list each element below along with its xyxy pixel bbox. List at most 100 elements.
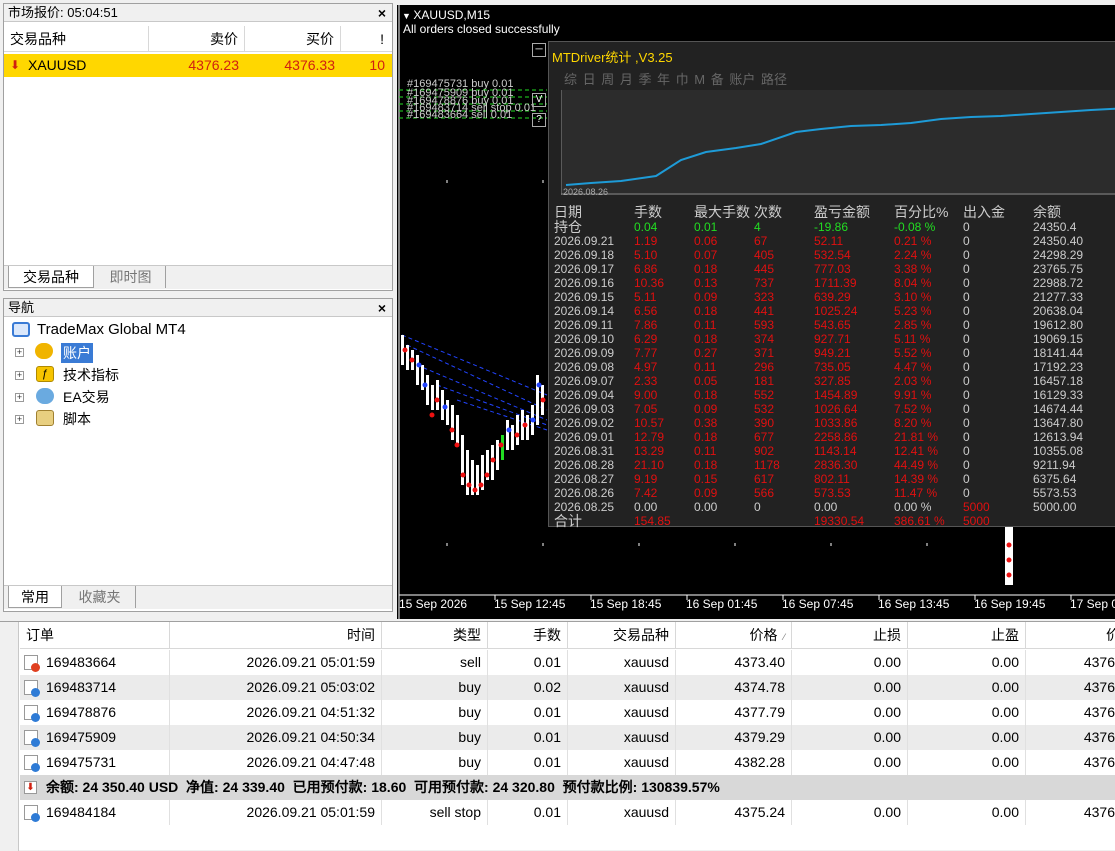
stats-cell-date: 2026.08.31: [554, 444, 615, 458]
help-button[interactable]: ?: [532, 113, 546, 127]
expand-icon[interactable]: +: [15, 393, 24, 402]
stats-cell-bal: 5000.00: [1033, 500, 1077, 514]
close-icon[interactable]: ×: [378, 4, 386, 22]
stats-cell-date: 2026.09.10: [554, 332, 615, 346]
navigator-root[interactable]: TradeMax Global MT4: [37, 320, 186, 340]
col-pct: 百分比%: [894, 204, 949, 220]
tab-tick-chart[interactable]: 即时图: [96, 266, 166, 288]
stats-tabs[interactable]: 综 日 周 月 季 年 巾 M 备 账户 路径: [564, 69, 787, 88]
order-row[interactable]: 169475731 2026.09.21 04:47:48 buy 0.01 xauus…: [20, 750, 1115, 775]
order-cell-tp: 0.00: [908, 700, 1026, 725]
stats-cell-pct: 21.81 %: [894, 430, 939, 444]
stats-cell-date: 2026.09.02: [554, 416, 615, 430]
stats-cell-pct: 5.23 %: [894, 304, 932, 318]
column-header-time[interactable]: 时间: [170, 622, 382, 649]
column-header-spread[interactable]: !: [341, 26, 392, 52]
order-cell-tp: 0.00: [908, 750, 1026, 775]
graph-date-label: 2026.08.26: [563, 187, 609, 197]
order-cell-lots: 0.01: [488, 750, 568, 775]
stats-cell-count: 323: [754, 290, 775, 304]
down-arrow-icon: ⬇: [24, 781, 37, 794]
stats-cell-count: 737: [754, 276, 775, 290]
navigator-item-scripts[interactable]: 脚本: [63, 409, 91, 429]
stats-cell-max: 0.11: [694, 444, 717, 458]
stats-cell-count: 532: [754, 402, 775, 416]
stats-cell-max: 0.18: [694, 458, 718, 472]
column-header-symbol[interactable]: 交易品种: [568, 622, 676, 649]
navigator-item-accounts[interactable]: 账户: [61, 343, 93, 363]
order-row[interactable]: 169483664 2026.09.21 05:01:59 sell 0.01 xauu…: [20, 650, 1115, 675]
stats-cell-date: 2026.09.11: [554, 318, 614, 332]
order-cell-id: 169475909: [20, 725, 170, 750]
stats-cell-lots: 5.10: [634, 248, 658, 262]
column-header-sl[interactable]: 止损: [792, 622, 908, 649]
stats-cell-io: 0: [963, 374, 970, 388]
holding-io: 0: [963, 220, 970, 234]
tab-favorites[interactable]: 收藏夹: [64, 586, 136, 608]
tab-common[interactable]: 常用: [8, 586, 62, 608]
column-header-type[interactable]: 类型: [382, 622, 488, 649]
stats-cell-pl: 327.85: [814, 374, 851, 388]
column-header-order[interactable]: 订单: [20, 622, 170, 649]
order-cell-cur: 4376: [1083, 654, 1115, 670]
order-row[interactable]: 169475909 2026.09.21 04:50:34 buy 0.01 xauus…: [20, 725, 1115, 750]
order-cell-time: 2026.09.21 04:47:48: [170, 750, 382, 775]
order-row[interactable]: 169483714 2026.09.21 05:03:02 buy 0.02 xauus…: [20, 675, 1115, 700]
stats-cell-lots: 9.19: [634, 472, 658, 486]
market-watch-row[interactable]: ⬇ XAUUSD 4376.23 4376.33 10: [4, 54, 392, 77]
order-line-label: #169483664 sell 0.01: [407, 109, 513, 121]
expand-icon[interactable]: +: [15, 348, 24, 357]
stats-cell-count: 617: [754, 472, 775, 486]
pending-order-row[interactable]: 169484184 2026.09.21 05:01:59 sell stop …: [20, 800, 1115, 825]
column-header-ask[interactable]: 买价: [245, 26, 341, 52]
navigator-title: 导航 ×: [4, 299, 392, 317]
order-tp: 0.00: [908, 800, 1026, 825]
column-header-current-price[interactable]: 价: [1026, 622, 1115, 649]
navigator-title-text: 导航: [8, 300, 35, 315]
order-cell-symbol: xauusd: [568, 725, 676, 750]
navigator-item-expert-advisors[interactable]: EA交易: [63, 387, 110, 407]
expand-icon[interactable]: +: [15, 371, 24, 380]
stats-cell-count: 593: [754, 318, 775, 332]
stats-cell-date: 2026.09.09: [554, 346, 615, 360]
stats-cell-date: 2026.09.16: [554, 276, 615, 290]
market-watch-title-text: 市场报价: 05:04:51: [8, 5, 118, 20]
stats-cell-io: 0: [963, 234, 970, 248]
stats-cell-pct: 2.24 %: [894, 248, 932, 262]
stats-cell-bal: 22988.72: [1033, 276, 1084, 290]
market-watch-header: 交易品种 卖价 买价 !: [4, 26, 392, 52]
close-icon[interactable]: ×: [378, 299, 386, 317]
order-cell-sl: 0.00: [792, 700, 908, 725]
column-header-price[interactable]: 价格 ⁄: [676, 622, 792, 649]
column-header-symbol[interactable]: 交易品种: [4, 26, 149, 52]
bid-cell: 4376.23: [188, 57, 239, 73]
stats-cell-pl: 1454.89: [814, 388, 858, 402]
column-header-tp[interactable]: 止盈: [908, 622, 1026, 649]
stats-cell-bal: 24350.40: [1033, 234, 1084, 248]
stats-cell-io: 5000: [963, 500, 990, 514]
price-chart[interactable]: ▼ XAUUSD,M15 All orders closed successfu…: [397, 5, 1115, 619]
stats-cell-io: 0: [963, 276, 970, 290]
stats-cell-max: 0.15: [694, 472, 718, 486]
stats-cell-date: 2026.08.25: [554, 500, 615, 514]
stats-cell-bal: 14674.44: [1033, 402, 1084, 416]
stats-cell-lots: 10.36: [634, 276, 665, 290]
order-row[interactable]: 169478876 2026.09.21 04:51:32 buy 0.01 xauus…: [20, 700, 1115, 725]
stats-cell-pct: 11.47 %: [894, 486, 938, 500]
navigator-item-indicators[interactable]: 技术指标: [63, 365, 119, 385]
stats-cell-bal: 17192.23: [1033, 360, 1084, 374]
stats-cell-lots: 2.33: [634, 374, 658, 388]
column-header-lots[interactable]: 手数: [488, 622, 568, 649]
stats-cell-pct: 14.39 %: [894, 472, 939, 486]
stats-cell-bal: 10355.08: [1033, 444, 1084, 458]
order-cell-price: 4379.29: [676, 725, 792, 750]
stats-cell-date: 2026.09.18: [554, 248, 615, 262]
minimize-button[interactable]: ─: [532, 43, 546, 57]
expand-icon[interactable]: +: [15, 415, 24, 424]
stats-cell-pl: 573.53: [814, 486, 851, 500]
tab-symbols[interactable]: 交易品种: [8, 266, 94, 288]
stats-cell-max: 0.18: [694, 262, 718, 276]
side-button-v[interactable]: V: [532, 93, 546, 107]
stats-cell-io: 0: [963, 472, 970, 486]
column-header-bid[interactable]: 卖价: [149, 26, 245, 52]
